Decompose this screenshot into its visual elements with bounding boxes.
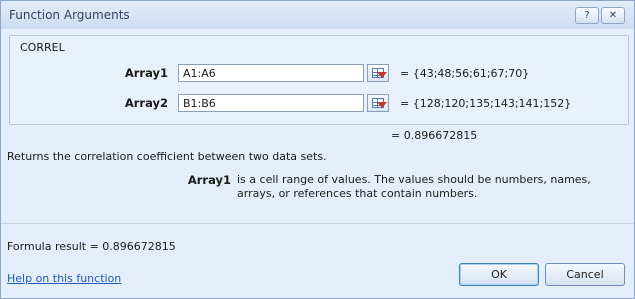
help-link[interactable]: Help on this function (7, 272, 121, 285)
dialog-title: Function Arguments (9, 8, 130, 22)
formula-result: Formula result = 0.896672815 (7, 240, 176, 253)
function-name: CORREL (20, 41, 65, 54)
arrow-icon (377, 102, 387, 108)
argument-description-name: Array1 (187, 173, 231, 187)
array1-input[interactable] (178, 64, 364, 82)
function-description: Returns the correlation coefficient betw… (7, 150, 327, 163)
array1-collapse-button[interactable] (367, 64, 389, 82)
help-icon[interactable]: ? (575, 7, 599, 24)
ok-button[interactable]: OK (459, 263, 539, 286)
array2-input[interactable] (178, 94, 364, 112)
title-bar: Function Arguments ? ✕ (1, 1, 634, 29)
function-result: = 0.896672815 (391, 129, 478, 142)
close-icon[interactable]: ✕ (601, 7, 625, 24)
function-arguments-dialog: Function Arguments ? ✕ CORREL Array1 = {… (0, 0, 635, 299)
arrow-icon (377, 72, 387, 78)
argument-description-text: is a cell range of values. The values sh… (237, 173, 591, 200)
cancel-button[interactable]: Cancel (545, 263, 625, 286)
divider (1, 223, 634, 224)
array2-value: = {128;120;135;143;141;152} (400, 97, 572, 110)
array1-value: = {43;48;56;61;67;70} (400, 67, 530, 80)
array1-label: Array1 (124, 66, 168, 80)
array2-label: Array2 (124, 96, 168, 110)
array2-collapse-button[interactable] (367, 94, 389, 112)
arguments-panel: CORREL Array1 = {43;48;56;61;67;70} Arra… (9, 35, 629, 125)
